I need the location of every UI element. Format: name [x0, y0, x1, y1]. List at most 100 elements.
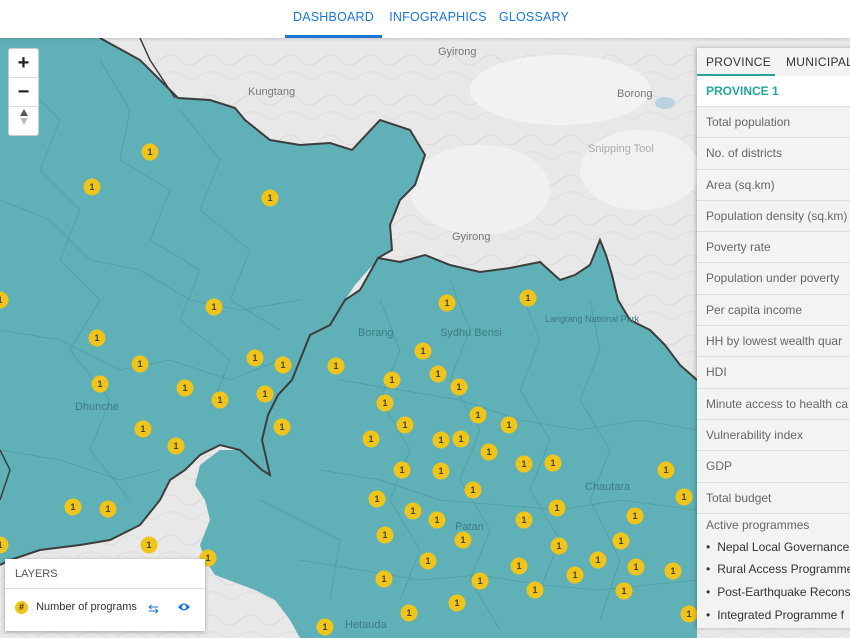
program-count-label: 1 — [663, 465, 668, 475]
indicator-row: Vulnerability index — [697, 420, 850, 452]
program-count-label: 1 — [94, 333, 99, 343]
tab-glossary[interactable]: GLOSSARY — [498, 0, 570, 38]
program-count-label: 1 — [632, 511, 637, 521]
program-count-label: 1 — [434, 515, 439, 525]
program-count-label: 1 — [686, 609, 691, 619]
programme-label: Rural Access Programme — [717, 562, 850, 577]
program-count-label: 1 — [0, 295, 3, 305]
program-count-label: 1 — [516, 561, 521, 571]
place-label: Borang — [358, 327, 393, 339]
zoom-in-button[interactable]: + — [9, 49, 38, 78]
program-count-label: 1 — [425, 556, 430, 566]
program-count-label: 1 — [438, 435, 443, 445]
legend-symbol: # — [15, 601, 28, 614]
place-label: Dhunche — [75, 401, 119, 413]
program-count-label: 1 — [374, 494, 379, 504]
program-count-label: 1 — [381, 574, 386, 584]
place-label: Langtang National Park — [545, 314, 640, 324]
program-count-label: 1 — [402, 420, 407, 430]
place-label: Kungtang — [248, 86, 295, 98]
program-count-label: 1 — [97, 379, 102, 389]
programme-label: Nepal Local Governance — [717, 539, 850, 554]
program-count-label: 1 — [267, 193, 272, 203]
program-count-label: 1 — [521, 515, 526, 525]
program-count-label: 1 — [521, 459, 526, 469]
program-count-label: 1 — [280, 360, 285, 370]
program-count-label: 1 — [406, 608, 411, 618]
program-count-label: 1 — [147, 147, 152, 157]
zoom-out-button[interactable]: − — [9, 78, 38, 107]
program-count-label: 1 — [205, 553, 210, 563]
program-count-label: 1 — [0, 540, 3, 550]
programme-item[interactable]: • Post-Earthquake Recons — [697, 581, 850, 604]
program-count-label: 1 — [389, 375, 394, 385]
layers-legend: LAYERS # Number of programs ⇆ — [5, 559, 205, 631]
indicator-row: No. of districts — [697, 138, 850, 170]
program-count-label: 1 — [460, 535, 465, 545]
indicator-list: Total population No. of districts Area (sq… — [697, 107, 850, 514]
top-navigation: DASHBOARD INFOGRAPHICS GLOSSARY — [0, 0, 850, 38]
province-info-panel: PROVINCE MUNICIPAL PROVINCE 1 Total popu… — [697, 48, 850, 628]
program-count-label: 1 — [211, 302, 216, 312]
program-count-label: 1 — [681, 492, 686, 502]
program-count-label: 1 — [368, 434, 373, 444]
program-count-label: 1 — [252, 353, 257, 363]
place-label: Patan — [455, 521, 484, 533]
place-label: Snipping Tool — [588, 143, 654, 155]
program-count-label: 1 — [633, 562, 638, 572]
panel-tabs: PROVINCE MUNICIPAL — [697, 48, 850, 76]
indicator-row: GDP — [697, 451, 850, 483]
program-count-label: 1 — [438, 466, 443, 476]
program-count-label: 1 — [572, 570, 577, 580]
tab-infographics[interactable]: INFOGRAPHICS — [388, 0, 488, 38]
programme-item[interactable]: • Nepal Local Governance — [697, 536, 850, 559]
program-count-label: 1 — [595, 555, 600, 565]
indicator-row: HDI — [697, 357, 850, 389]
program-count-label: 1 — [410, 506, 415, 516]
place-label: Gyirong — [452, 231, 491, 243]
indicator-row: Per capita income — [697, 295, 850, 327]
tab-province[interactable]: PROVINCE — [706, 55, 771, 69]
program-count-label: 1 — [456, 382, 461, 392]
programme-item[interactable]: • Integrated Programme f — [697, 604, 850, 627]
tab-municipal[interactable]: MUNICIPAL — [786, 55, 850, 69]
swap-icon[interactable]: ⇆ — [148, 601, 159, 617]
program-count-label: 1 — [550, 458, 555, 468]
program-count-label: 1 — [70, 502, 75, 512]
program-count-label: 1 — [506, 420, 511, 430]
program-count-label: 1 — [525, 293, 530, 303]
program-count-label: 1 — [454, 598, 459, 608]
program-count-label: 1 — [477, 576, 482, 586]
place-label: Borong — [617, 88, 652, 100]
programme-label: Post-Earthquake Recons — [717, 585, 850, 600]
program-count-label: 1 — [444, 298, 449, 308]
eye-icon[interactable] — [177, 601, 191, 616]
panel-heading: PROVINCE 1 — [697, 76, 850, 107]
place-label: Hetauda — [345, 619, 387, 631]
program-count-label: 1 — [322, 622, 327, 632]
indicator-row: HH by lowest wealth quar — [697, 326, 850, 358]
programme-list: • Nepal Local Governance • Rural Access Pro… — [697, 536, 850, 628]
place-label: Sydhu Bensi — [440, 327, 502, 339]
programme-item[interactable]: •Accelerating Investment — [697, 626, 850, 628]
program-count-label: 1 — [470, 485, 475, 495]
program-count-label: 1 — [140, 424, 145, 434]
program-count-label: 1 — [458, 434, 463, 444]
program-count-label: 1 — [137, 359, 142, 369]
active-programmes-label: Active programmes — [706, 517, 810, 532]
program-count-label: 1 — [146, 540, 151, 550]
program-count-label: 1 — [670, 566, 675, 576]
indicator-row: Area (sq.km) — [697, 170, 850, 201]
zoom-control: + − — [8, 48, 39, 136]
indicator-row: Population density (sq.km) — [697, 201, 850, 233]
program-count-label: 1 — [217, 395, 222, 405]
place-label: Gyirong — [438, 46, 477, 58]
program-count-label: 1 — [173, 441, 178, 451]
reset-north-icon[interactable] — [9, 107, 38, 135]
indicator-row: Total population — [697, 107, 850, 139]
indicator-row: Minute access to health ca — [697, 389, 850, 420]
programme-item[interactable]: • Rural Access Programme — [697, 558, 850, 581]
tab-dashboard[interactable]: DASHBOARD — [285, 0, 382, 38]
program-count-label: 1 — [621, 586, 626, 596]
program-count-label: 1 — [556, 541, 561, 551]
